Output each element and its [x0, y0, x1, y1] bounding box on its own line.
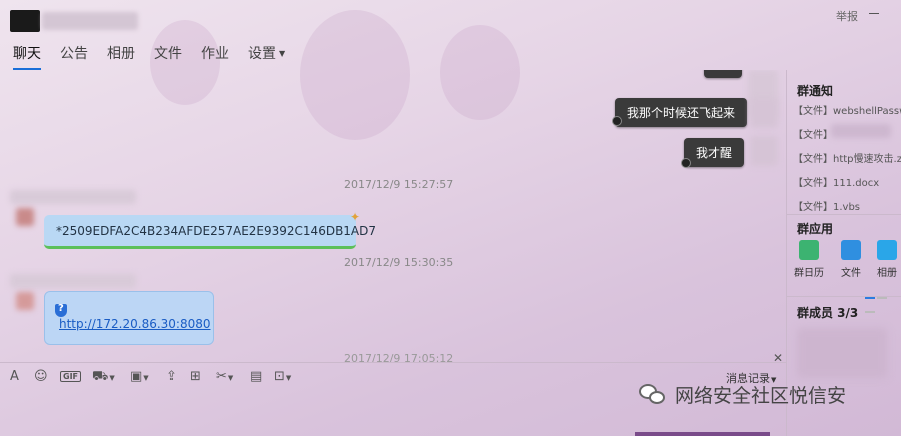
- minimize-button[interactable]: [866, 5, 882, 21]
- chevron-down-icon: ▼: [109, 374, 115, 382]
- app-album[interactable]: 相册: [873, 240, 901, 279]
- calendar-icon[interactable]: ▤: [250, 369, 262, 384]
- title-bar: 举报: [0, 0, 901, 36]
- message-bubble-cutoff: [704, 70, 742, 78]
- gift-icon[interactable]: ⊞: [190, 369, 201, 384]
- tab-homework[interactable]: 作业: [201, 44, 229, 70]
- message-bubble-outgoing: 我才醒: [684, 138, 745, 167]
- chevron-down-icon: ▼: [227, 374, 234, 382]
- sender-name-blurred: [10, 190, 136, 204]
- font-icon[interactable]: A: [10, 369, 19, 384]
- message-tail-icon: [612, 116, 622, 126]
- avatar: [16, 292, 34, 310]
- file-item[interactable]: 【文件】111.docx: [793, 174, 901, 189]
- file-item[interactable]: 【文件】webshellPassword: [793, 102, 901, 117]
- message-link[interactable]: http://172.20.86.30:8080: [59, 317, 211, 331]
- folder-icon: [841, 240, 861, 260]
- bubble-decoration-icon: ✦: [350, 210, 361, 224]
- group-notice-title: 群通知: [797, 84, 834, 98]
- app-calendar[interactable]: 群日历: [789, 240, 829, 279]
- divider: [787, 296, 901, 297]
- shield-question-icon: [55, 303, 67, 317]
- divider: [787, 214, 901, 215]
- send-button[interactable]: [635, 432, 705, 436]
- message-timestamp: 2017/12/9 17:05:12: [344, 352, 454, 362]
- file-item[interactable]: 【文件】http慢速攻击.zip: [793, 150, 901, 165]
- message-timestamp: 2017/12/9 15:27:57: [344, 178, 454, 191]
- member-list-blurred: [797, 328, 887, 378]
- file-item[interactable]: 【文件】1.vbs: [793, 198, 901, 213]
- chevron-down-icon: ▼: [143, 374, 149, 382]
- pager-dot: [865, 297, 875, 299]
- group-avatar: [10, 10, 40, 32]
- pager-dot: [865, 311, 875, 313]
- tab-files[interactable]: 文件: [154, 44, 182, 70]
- image-icon[interactable]: ▣▼: [130, 369, 149, 384]
- pager-dot: [877, 297, 887, 299]
- avatar: [750, 136, 778, 166]
- tab-album[interactable]: 相册: [107, 44, 135, 70]
- wechat-icon: [637, 382, 667, 408]
- app-label: 文件: [841, 268, 861, 279]
- app-label: 相册: [877, 268, 897, 279]
- tab-chat[interactable]: 聊天: [13, 44, 41, 70]
- emoji-icon[interactable]: ☺: [34, 369, 48, 384]
- upload-icon[interactable]: ⇪: [166, 369, 177, 384]
- message-bubble-outgoing: 我那个时候还飞起来: [615, 98, 748, 127]
- chevron-down-icon: ▼: [285, 374, 292, 382]
- gif-icon[interactable]: GIF: [60, 371, 82, 382]
- tab-settings[interactable]: 设置 ▼: [248, 44, 285, 70]
- chat-area[interactable]: 我那个时候还飞起来 我才醒 2017/12/9 15:27:57 *2509ED…: [0, 70, 786, 362]
- group-apps-title: 群应用: [797, 222, 834, 236]
- app-label: 群日历: [794, 268, 824, 279]
- message-tail-icon: [681, 158, 691, 168]
- tab-bar: 聊天 公告 相册 文件 作业 设置 ▼: [0, 44, 291, 70]
- file-name-blurred: [831, 124, 891, 138]
- album-icon: [877, 240, 897, 260]
- close-button[interactable]: [700, 432, 770, 436]
- message-timestamp: 2017/12/9 15:30:35: [344, 256, 454, 269]
- app-pager[interactable]: [865, 288, 899, 313]
- watermark-text: 网络安全社区悦信安: [675, 385, 847, 407]
- avatar: [16, 208, 34, 226]
- calendar-icon: [799, 240, 819, 260]
- tab-notice[interactable]: 公告: [60, 44, 88, 70]
- scissors-icon[interactable]: ✂▼: [216, 369, 233, 384]
- chevron-down-icon: ▼: [279, 49, 286, 58]
- avatar: [750, 98, 778, 128]
- watermark: 网络安全社区悦信安: [637, 381, 846, 408]
- message-bubble-incoming: *2509EDFA2C4B234AFDE257AE2E9392C146DB1AD…: [44, 215, 376, 249]
- screenshot-icon[interactable]: ⛟▼: [92, 369, 115, 386]
- message-bubble-incoming: http://172.20.86.30:8080: [44, 291, 214, 345]
- report-link[interactable]: 举报: [836, 8, 858, 24]
- remote-icon[interactable]: ⊡▼: [274, 369, 291, 384]
- tab-settings-label: 设置: [248, 46, 276, 62]
- group-members-title: 群成员 3/3: [797, 306, 859, 320]
- collapse-icon[interactable]: ✕: [773, 351, 783, 365]
- sender-name-blurred: [10, 274, 136, 288]
- group-name-blurred: [42, 12, 138, 30]
- app-files[interactable]: 文件: [831, 240, 871, 279]
